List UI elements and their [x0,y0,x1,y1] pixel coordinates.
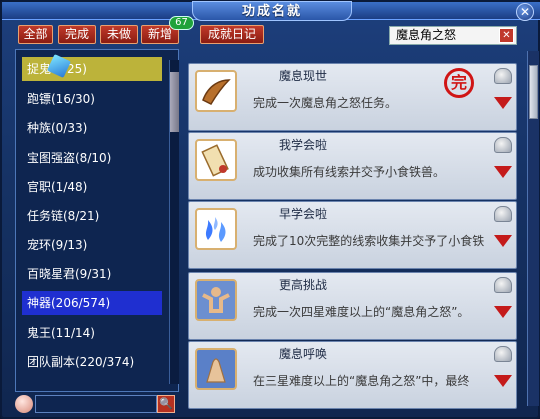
achievement-window: 功成名就 ✕ 全部 完成 未做 新增 67 成就日记 魔息角之怒 ✕ 捉鬼 25)… [0,0,540,419]
bell-icon[interactable] [494,346,512,362]
bottom-search-input[interactable] [35,395,157,413]
filter-done-button[interactable]: 完成 [58,25,96,44]
category-scrollbar[interactable] [169,60,179,384]
search-button[interactable]: 🔍 [157,395,175,413]
achievement-card[interactable]: 更高挑战 完成一次四星难度以上的“魔息角之怒”。 [188,272,517,340]
achievement-search-input[interactable]: 魔息角之怒 [389,26,517,45]
category-item[interactable]: 百晓星君(9/31) [22,262,162,286]
achievement-title: 魔息现世 [279,69,328,83]
expand-arrow-icon[interactable] [494,166,512,178]
window-title: 功成名就 [192,1,352,21]
category-item[interactable]: 任务链(8/21) [22,204,162,228]
achievement-title: 更高挑战 [279,278,328,292]
achievement-scrollbar[interactable] [527,51,539,406]
strongman-icon [195,279,237,321]
praying-hands-icon [195,348,237,390]
achievement-desc: 完成了10次完整的线索收集并交予了小食铁 [253,234,485,248]
bell-icon[interactable] [494,68,512,84]
completed-seal: 完 [444,68,474,98]
category-item[interactable]: 宝图强盗(8/10) [22,146,162,170]
category-item-zhuogui[interactable]: 捉鬼 25) [22,57,162,81]
achievement-scroll-thumb[interactable] [529,65,538,119]
category-item[interactable]: 团队副本(220/374) [22,350,162,374]
close-button[interactable]: ✕ [516,3,534,21]
bell-icon[interactable] [494,277,512,293]
achievement-desc: 成功收集所有线索并交予小食铁兽。 [253,165,446,179]
category-count: 25) [67,62,87,76]
blue-flame-icon [195,208,237,250]
achievement-desc: 在三星难度以上的“魔息角之怒”中，最终 [253,374,470,388]
achievement-title: 早学会啦 [279,207,328,221]
search-clear-button[interactable]: ✕ [499,28,514,43]
category-item[interactable]: 种族(0/33) [22,116,162,140]
category-item[interactable]: 宠环(9/13) [22,233,162,257]
category-scroll-thumb[interactable] [170,72,179,132]
achievement-desc: 完成一次四星难度以上的“魔息角之怒”。 [253,305,470,319]
achievement-card[interactable]: 早学会啦 完成了10次完整的线索收集并交予了小食铁 [188,201,517,269]
expand-arrow-icon[interactable] [494,375,512,387]
expand-arrow-icon[interactable] [494,97,512,109]
bell-icon[interactable] [494,137,512,153]
scroll-icon [195,139,237,181]
filter-undone-button[interactable]: 未做 [100,25,138,44]
peach-icon [15,395,33,413]
expand-arrow-icon[interactable] [494,235,512,247]
filter-all-button[interactable]: 全部 [18,25,53,44]
category-item-shenqi[interactable]: 神器(206/574) [22,291,162,315]
category-item[interactable]: 跑镖(16/30) [22,87,162,111]
diary-button[interactable]: 成就日记 [200,25,264,44]
achievement-card[interactable]: 魔息现世 完成一次魔息角之怒任务。 完 [188,63,517,131]
new-count-badge: 67 [169,16,194,30]
achievement-title: 魔息呼唤 [279,347,328,361]
achievement-title: 我学会啦 [279,138,328,152]
achievement-card[interactable]: 我学会啦 成功收集所有线索并交予小食铁兽。 [188,132,517,200]
category-item[interactable]: 官职(1/48) [22,175,162,199]
category-item[interactable]: 鬼王(11/14) [22,321,162,345]
expand-arrow-icon[interactable] [494,306,512,318]
bell-icon[interactable] [494,206,512,222]
achievement-card[interactable]: 魔息呼唤 在三星难度以上的“魔息角之怒”中，最终 [188,341,517,409]
horn-icon [195,70,237,112]
